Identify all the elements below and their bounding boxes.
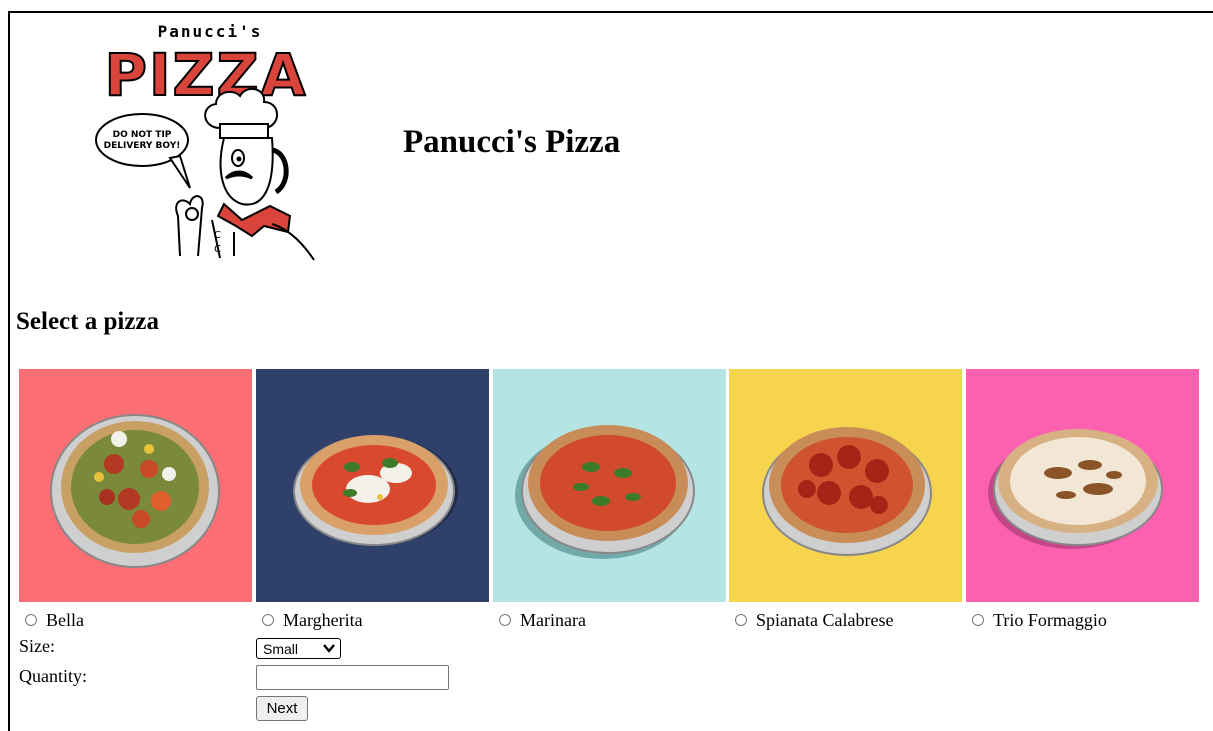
pizza-image-margherita[interactable] bbox=[256, 369, 489, 602]
svg-text:C: C bbox=[214, 230, 221, 241]
pizza-option-spianata-calabrese[interactable]: Spianata Calabrese bbox=[729, 609, 962, 631]
pizza-card-bella[interactable]: Bella bbox=[19, 369, 252, 631]
radio-marinara[interactable] bbox=[499, 614, 511, 626]
pizza-option-marinara[interactable]: Marinara bbox=[493, 609, 726, 631]
radio-margherita[interactable] bbox=[262, 614, 274, 626]
pizza-image-marinara[interactable] bbox=[493, 369, 726, 602]
chevron-down-icon bbox=[323, 644, 335, 653]
pizza-card-marinara[interactable]: Marinara bbox=[493, 369, 726, 631]
pizza-option-bella[interactable]: Bella bbox=[19, 609, 252, 631]
pizza-label-margherita: Margherita bbox=[283, 609, 363, 630]
bubble-text-line1: DO NOT TIP bbox=[113, 130, 172, 140]
pizza-image-bella[interactable] bbox=[19, 369, 252, 602]
size-label: Size: bbox=[19, 636, 55, 656]
logo-pizza-word: PIZZA bbox=[104, 41, 307, 109]
size-select-value: Small bbox=[263, 640, 299, 657]
next-button[interactable]: Next bbox=[256, 696, 308, 721]
bubble-text-line2: DELIVERY BOY! bbox=[104, 141, 181, 151]
pizza-option-margherita[interactable]: Margherita bbox=[256, 609, 489, 631]
pizza-card-trio-formaggio[interactable]: Trio Formaggio bbox=[966, 369, 1199, 631]
pizza-card-spianata-calabrese[interactable]: Spianata Calabrese bbox=[729, 369, 962, 631]
size-select[interactable]: Small bbox=[256, 638, 341, 659]
pizza-label-spianata-calabrese: Spianata Calabrese bbox=[756, 609, 894, 630]
pizza-option-trio-formaggio[interactable]: Trio Formaggio bbox=[966, 609, 1199, 631]
pizza-image-spianata-calabrese[interactable] bbox=[729, 369, 962, 602]
quantity-label: Quantity: bbox=[19, 666, 87, 686]
panuccis-pizza-logo: Panucci's PIZZA DO NOT TIP DELIVERY BOY!… bbox=[95, 22, 315, 261]
svg-text:C: C bbox=[214, 244, 221, 255]
quantity-input[interactable] bbox=[256, 665, 449, 690]
pizza-label-bella: Bella bbox=[46, 609, 84, 630]
pizza-label-trio-formaggio: Trio Formaggio bbox=[993, 609, 1107, 630]
radio-trio-formaggio[interactable] bbox=[972, 614, 984, 626]
pizza-image-trio-formaggio[interactable] bbox=[966, 369, 1199, 602]
radio-bella[interactable] bbox=[25, 614, 37, 626]
logo-top-text: Panucci's bbox=[158, 22, 263, 41]
select-pizza-heading: Select a pizza bbox=[16, 308, 160, 335]
radio-spianata-calabrese[interactable] bbox=[735, 614, 747, 626]
pizza-label-marinara: Marinara bbox=[520, 609, 586, 630]
site-title: Panucci's Pizza bbox=[403, 124, 621, 160]
pizza-card-margherita[interactable]: Margherita bbox=[256, 369, 489, 631]
